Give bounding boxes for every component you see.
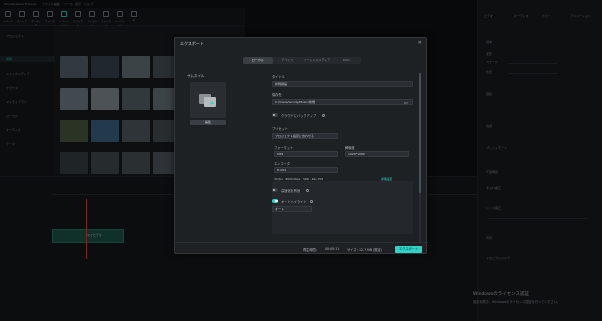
gpu-label: 高速化を有効 [281,189,301,193]
format-label: フォーマット [274,146,294,150]
export-button[interactable]: エクスポート [395,246,422,253]
bitrate-info: 30 fps 8000 Kbps SDR - Rec.709 [274,177,324,181]
info-icon[interactable] [306,188,309,192]
size-value: 12.7 MB (推定) [359,248,382,252]
info-icon[interactable] [310,199,313,203]
resolution-dropdown[interactable]: 1920*1080 [345,151,409,157]
advanced-settings-link[interactable]: 詳細設定 [381,177,392,181]
preset-dropdown[interactable]: プロジェクト設定に合わせる [272,133,338,139]
close-icon[interactable]: ✕ [418,40,422,46]
cloud-backup-toggle[interactable] [272,113,278,117]
resolution-label: 解像度 [345,146,355,150]
save-to-field[interactable]: C:/Users/wondy/Music/新規 [272,99,413,105]
folder-icon[interactable]: ▭ [404,100,408,105]
name-label: タイトル [272,75,285,79]
dialog-scrollbar[interactable] [419,73,421,243]
info-icon[interactable] [322,113,325,117]
export-dialog: エクスポート ✕ ローカル デバイス ソーシャルメディア DVD サムネイル 編… [174,37,428,255]
cloud-backup-label: クラウドにバックアップ [281,114,317,118]
thumbnail-label: サムネイル [187,74,205,78]
edit-thumbnail-button[interactable]: 編集 [190,120,226,125]
auto-highlight-dropdown[interactable]: オート [272,206,312,212]
size-label: サイズ： [347,248,360,252]
scrollbar-thumb[interactable] [419,73,421,193]
image-icon [199,94,216,107]
tab-local[interactable]: ローカル [243,57,273,64]
export-tabs: ローカル デバイス ソーシャルメディア DVD [243,57,361,64]
format-dropdown[interactable]: MP4 [274,151,338,157]
tab-dvd[interactable]: DVD [332,57,362,64]
tab-device[interactable]: デバイス [273,57,303,64]
tab-social[interactable]: ソーシャルメディア [302,57,332,64]
dialog-footer: 再生時間： 00:00:11 サイズ： 12.7 MB (推定) エクスポート [175,242,428,255]
preset-label: プリセット [272,127,288,131]
duration-value: 00:00:11 [325,247,340,251]
encoder-dropdown[interactable]: H.264 [274,167,338,173]
auto-highlight-toggle[interactable] [272,199,278,203]
dialog-title: エクスポート [180,41,204,46]
save-to-label: 保存先 [272,93,282,97]
thumbnail-preview [190,82,226,118]
encoder-label: エンコーダ [274,162,290,166]
auto-highlight-label: オートハイライト [281,200,307,204]
name-field[interactable]: 新規録画 [272,81,413,87]
duration-label: 再生時間： [303,248,319,252]
gpu-toggle[interactable] [272,188,278,192]
